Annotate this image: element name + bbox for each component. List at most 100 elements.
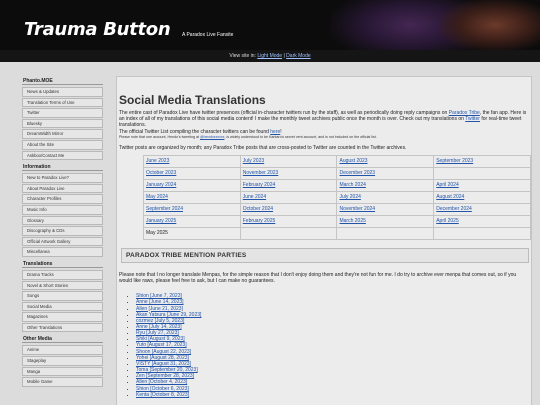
sidebar-item[interactable]: Music Info [22,204,103,215]
month-link [336,226,435,240]
month-link[interactable]: March 2025 [336,214,435,228]
month-link[interactable]: December 2023 [336,166,435,180]
mention-party-link[interactable]: Shion [June 7, 2023] [136,293,182,299]
hendo-note-text-2: , is widely understood to be Kantaro's s… [224,134,377,139]
month-link[interactable]: June 2024 [239,190,338,204]
sidebar-nav: Phanto.MOE News & Updates Translation Term… [22,78,103,391]
month-link[interactable]: October 2023 [143,166,241,180]
month-link[interactable]: January 2025 [143,214,241,228]
month-link[interactable]: March 2024 [336,178,435,192]
sidebar-heading: Other Media [22,336,103,344]
sidebar-item[interactable]: Discography & CDs [22,226,103,236]
sidebar-item[interactable]: Twitter [22,108,103,118]
mention-party-link[interactable]: Anne [June 14, 2023] [136,299,184,305]
month-row: September 2024 October 2024 November 2024 D… [143,202,531,216]
month-link [433,166,531,180]
mention-party-link[interactable]: Anne [July 14, 2023] [136,324,182,330]
view-mode-bar: View site in: Light Mode | Dark Mode [0,50,540,62]
month-link[interactable]: April 2024 [433,178,531,192]
sidebar-item[interactable]: New to Paradox Live? [22,173,103,183]
intro-paragraph: The entire cast of Paradox Live have twi… [119,110,529,135]
month-link[interactable]: January 2024 [143,178,241,192]
hendo-note-text-1: Please note that one account, Hendo's tw… [119,134,200,139]
hendo-note: Please note that one account, Hendo's tw… [119,135,529,140]
site-title[interactable]: Trauma Button [24,19,171,40]
mention-party-link[interactable]: Kenta [October 8, 2023] [136,392,189,398]
sidebar-item[interactable]: Manga [22,366,103,377]
sidebar-item[interactable]: Magazines [22,312,103,322]
mention-party-link[interactable]: Allen [June 21, 2023] [136,306,183,312]
organization-note: Twitter posts are organized by month; an… [119,144,407,151]
month-link[interactable]: December 2024 [433,202,531,216]
sidebar-item[interactable]: Character Profiles [22,194,103,204]
sidebar-item[interactable]: Miscellanea [22,247,103,257]
month-link[interactable]: July 2023 [239,154,338,168]
sidebar-item[interactable]: Translation Terms of Use [22,97,103,108]
sidebar-item[interactable]: Songs [22,291,103,301]
month-row: January 2025 February 2025 March 2025 April… [143,214,531,228]
paradox-tribe-link[interactable]: Paradox Tribe [449,110,480,116]
sidebar-item[interactable]: Other Translations [22,322,103,333]
mention-party-link[interactable]: Allen [October 4, 2023] [136,379,187,385]
month-link[interactable]: February 2024 [239,178,338,192]
twitter-list-link[interactable]: here [270,129,280,135]
mention-party-link[interactable]: Shoon [August 22, 2023] [136,349,191,355]
sidebar-item[interactable]: Drama Tracks [22,269,103,280]
month-link[interactable]: November 2023 [239,166,338,180]
month-link [239,226,338,240]
header-artwork-accent [440,0,540,50]
month-link[interactable]: August 2024 [433,190,531,204]
month-link[interactable]: February 2025 [239,214,338,228]
sidebar-item[interactable]: About Paradox Live [22,183,103,194]
mention-party-link[interactable]: Shion [October 6, 2023] [136,386,189,392]
mention-party-link[interactable]: Yohei [August 28, 2023] [136,355,189,361]
sidebar-item[interactable]: Social Media [22,301,103,312]
site-subtitle: A Paradox Live Fansite [182,32,234,38]
sidebar-item[interactable]: Novel & Short Stories [22,280,103,291]
month-link[interactable]: April 2025 [433,214,531,228]
light-mode-link[interactable]: Light Mode [257,53,282,59]
sidebar-heading: Information [22,164,103,172]
sidebar-item[interactable]: Official Artwork Gallery [22,236,103,247]
month-link[interactable]: September 2023 [433,154,531,168]
section-heading-tribe: PARADOX TRIBE MENTION PARTIES [121,247,529,263]
menpa-note: Please note that I no longer translate M… [119,271,517,285]
sidebar-item[interactable]: About the Site [22,139,103,150]
mention-party-link[interactable]: Akan Yatsura [June 29, 2023] [136,312,201,318]
month-link [433,226,531,240]
month-link[interactable]: June 2023 [143,154,241,168]
month-link[interactable]: August 2023 [336,154,435,168]
mention-party-link[interactable]: Shiki [August 9, 2023] [136,336,185,342]
sidebar-item[interactable]: Anime [22,345,103,356]
month-link[interactable]: November 2024 [336,202,435,216]
sidebar-item[interactable]: Glossary [22,215,103,226]
sidebar-heading: Phanto.MOE [22,78,103,85]
mention-party-link[interactable]: VISTY [August 31, 2023] [136,361,191,367]
sidebar-item[interactable]: Stageplay [22,356,103,366]
month-link[interactable]: October 2024 [239,202,338,216]
mention-party-link[interactable]: cozmez [July 5, 2023] [136,318,184,324]
mention-party-link[interactable]: Toma [September 20, 2023] [136,367,198,373]
month-row: January 2024 February 2024 March 2024 April… [143,178,531,192]
month-link[interactable]: July 2024 [336,190,435,204]
main-content: Social Media Translations The entire cas… [116,76,532,405]
month-link: May 2025 [143,226,241,240]
sidebar-item[interactable]: Bluesky [22,118,103,129]
dark-mode-link[interactable]: Dark Mode [286,53,310,59]
site-header: Trauma Button A Paradox Live Fansite [0,0,540,50]
mention-party-link[interactable]: Ryu [July 27, 2023] [136,330,179,336]
month-link[interactable]: May 2024 [143,190,241,204]
sidebar-item[interactable]: Askbox/Contact Me [22,150,103,161]
twitter-list-text-end: ! [280,128,282,135]
list-item: Kenta [October 8, 2023] [136,392,529,398]
hendo-account-link[interactable]: @hendoxxxxxx [200,135,224,139]
sidebar-item[interactable]: News & Updates [22,87,103,97]
mention-party-list: Shion [June 7, 2023]Anne [June 14, 2023]… [136,293,529,398]
sidebar-item[interactable]: DreamWidth Mirror [22,129,103,139]
sidebar-item[interactable]: Mobile Game [22,377,103,387]
month-link[interactable]: September 2024 [143,202,241,216]
mention-party-link[interactable]: Yuto [August 17, 2023] [136,342,187,348]
mention-party-link[interactable]: Zen [September 28, 2023] [136,373,194,379]
twitter-link[interactable]: Twitter [465,116,480,122]
